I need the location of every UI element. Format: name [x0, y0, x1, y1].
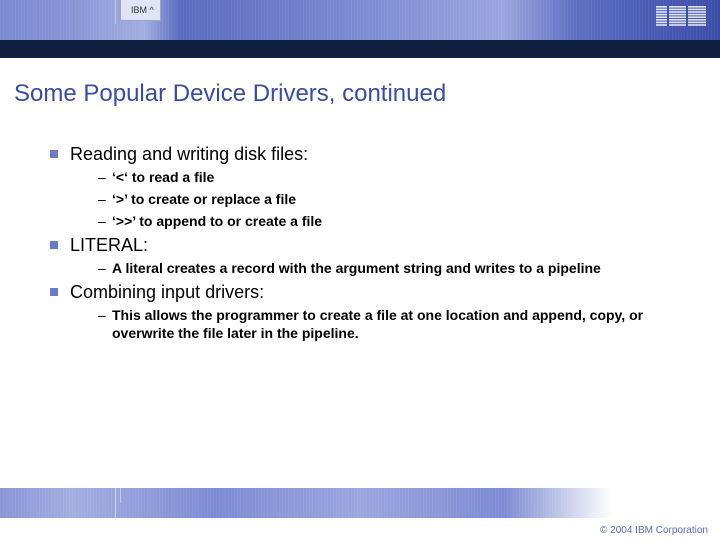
bullet-item: ‘>’ to create or replace a file: [98, 190, 680, 209]
bullet-item: A literal creates a record with the argu…: [98, 259, 680, 278]
slide: IBM ^ Some Popular Device Drivers, conti…: [0, 0, 720, 540]
ibm-logo-icon: [656, 6, 706, 26]
header-divider: [0, 40, 720, 58]
footer-tick-small: [120, 488, 121, 503]
bullet-heading: Reading and writing disk files:: [50, 144, 680, 165]
footer-tick: [115, 488, 116, 518]
bullet-item: This allows the programmer to create a f…: [98, 306, 680, 344]
copyright-text: © 2004 IBM Corporation: [600, 525, 708, 536]
header-stripes: [0, 0, 720, 40]
content-area: Reading and writing disk files: ‘<‘ to r…: [50, 140, 680, 346]
header-tick: [115, 0, 116, 24]
header-tab: IBM ^: [120, 0, 161, 21]
page-title: Some Popular Device Drivers, continued: [14, 80, 446, 108]
bullet-heading: LITERAL:: [50, 235, 680, 256]
footer-stripes: [0, 488, 720, 518]
bullet-item: ‘<‘ to read a file: [98, 168, 680, 187]
bullet-item: ‘>>’ to append to or create a file: [98, 212, 680, 231]
bullet-heading: Combining input drivers:: [50, 282, 680, 303]
